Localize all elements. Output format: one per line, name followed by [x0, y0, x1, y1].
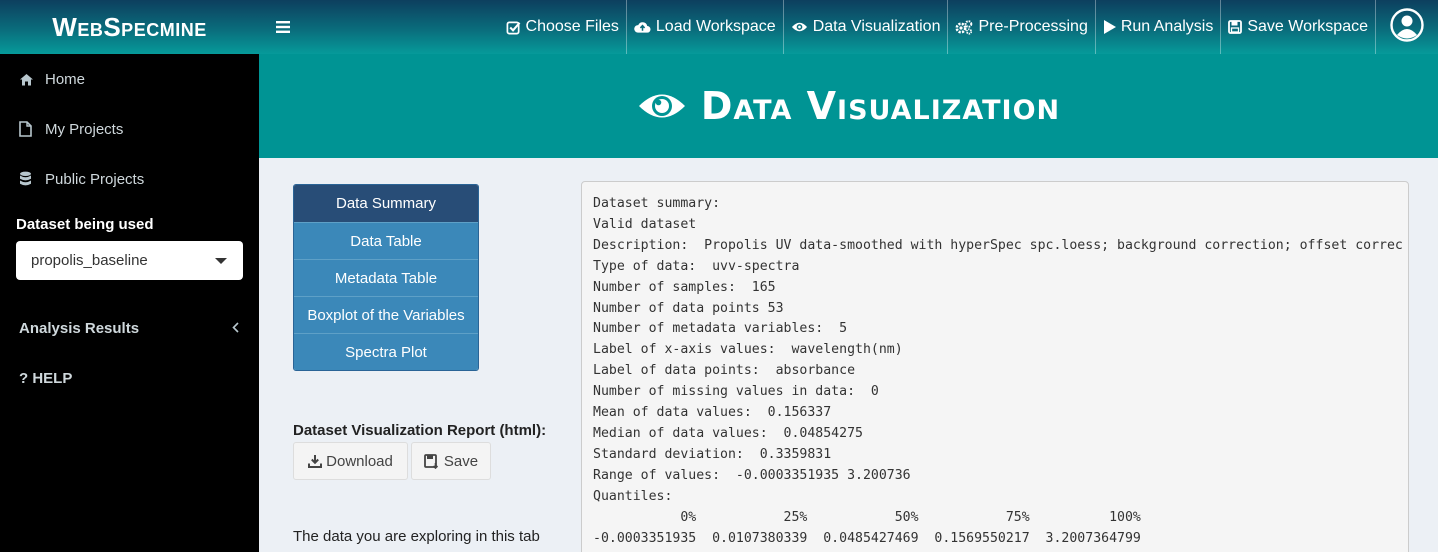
save-file-icon — [423, 453, 440, 469]
data-summary-output: Dataset summary: Valid dataset Descripti… — [581, 181, 1409, 552]
sidebar-item-help[interactable]: ? HELP — [0, 353, 259, 403]
user-circle-icon — [1390, 7, 1424, 47]
database-icon — [19, 171, 45, 187]
caret-down-icon — [215, 257, 227, 264]
chevron-left-icon — [232, 320, 239, 337]
user-menu[interactable] — [1376, 0, 1438, 54]
sidebar-item-my-projects[interactable]: My Projects — [0, 104, 259, 154]
file-icon — [19, 121, 45, 137]
top-nav: Choose Files Load Workspace Data Visuali… — [307, 0, 1438, 54]
top-header: WebSpecmine Choose Files Load Workspace … — [0, 0, 1438, 54]
sidebar-item-label: Home — [45, 70, 86, 88]
nav-label: Pre-Processing — [978, 18, 1088, 35]
summary-line: Number of samples: 165 — [593, 279, 776, 295]
page-banner: Data Visualization — [259, 54, 1438, 158]
check-square-icon — [506, 20, 521, 35]
bars-icon — [276, 21, 290, 33]
summary-line: Valid dataset — [593, 216, 697, 232]
summary-line: Number of data points 53 — [593, 300, 784, 316]
download-icon — [308, 454, 323, 468]
floppy-icon — [1228, 20, 1243, 34]
nav-label: Run Analysis — [1120, 18, 1214, 35]
eye-icon — [791, 21, 808, 33]
eye-icon — [637, 89, 687, 123]
nav-data-visualization[interactable]: Data Visualization — [784, 0, 949, 54]
summary-line: Label of x-axis values: wavelength(nm) — [593, 342, 903, 358]
download-button[interactable]: Download — [293, 442, 408, 480]
summary-line: Description: Propolis UV data-smoothed w… — [593, 237, 1403, 253]
nav-choose-files[interactable]: Choose Files — [499, 0, 627, 54]
download-button-label: Download — [326, 452, 393, 470]
report-label: Dataset Visualization Report (html): — [293, 422, 547, 439]
explore-note: The data you are exploring in this tab — [293, 528, 540, 545]
summary-line: Standard deviation: 0.3359831 — [593, 446, 832, 462]
summary-line: Range of values: -0.0003351935 3.200736 — [593, 467, 911, 483]
gears-icon — [955, 19, 973, 35]
summary-line: Label of data points: absorbance — [593, 363, 856, 379]
nav-label: Save Workspace — [1247, 18, 1368, 35]
nav-label: Data Visualization — [812, 18, 941, 35]
summary-line: Type of data: uvv-spectra — [593, 258, 800, 274]
play-icon — [1103, 20, 1116, 34]
sidebar: Home My Projects Public Projects Dataset… — [0, 54, 259, 552]
sidebar-item-public-projects[interactable]: Public Projects — [0, 154, 259, 204]
dataset-select-value: propolis_baseline — [31, 252, 148, 269]
summary-line: Dataset summary: — [593, 196, 721, 211]
dataset-label: Dataset being used — [16, 216, 154, 233]
summary-line: Median of data values: 0.04854275 — [593, 425, 863, 441]
summary-line: Number of metadata variables: 5 — [593, 321, 848, 337]
tab-data-summary[interactable]: Data Summary — [294, 185, 478, 222]
nav-label: Load Workspace — [655, 18, 776, 35]
summary-line: -0.0003351935 0.0107380339 0.0485427469 … — [593, 530, 1141, 546]
sidebar-item-home[interactable]: Home — [0, 54, 259, 104]
sidebar-toggle-button[interactable] — [259, 0, 307, 54]
tab-boxplot[interactable]: Boxplot of the Variables — [294, 296, 478, 333]
tab-data-table[interactable]: Data Table — [294, 222, 478, 259]
tab-spectra-plot[interactable]: Spectra Plot — [294, 333, 478, 370]
nav-label: Choose Files — [525, 18, 619, 35]
nav-run-analysis[interactable]: Run Analysis — [1096, 0, 1222, 54]
nav-save-workspace[interactable]: Save Workspace — [1221, 0, 1376, 54]
sidebar-item-label: Public Projects — [45, 170, 145, 188]
sidebar-item-label: Analysis Results — [19, 319, 140, 337]
brand-logo[interactable]: WebSpecmine — [0, 0, 259, 54]
cloud-upload-icon — [634, 20, 651, 34]
summary-line: 0% 25% 50% 75% 100% — [593, 509, 1141, 525]
sidebar-item-label: ? HELP — [19, 369, 73, 387]
page-title: Data Visualization — [700, 84, 1061, 128]
summary-line: Quantiles: — [593, 488, 673, 504]
brand-name: WebSpecmine — [52, 11, 207, 42]
summary-line: Number of missing values in data: 0 — [593, 384, 879, 400]
sidebar-item-label: My Projects — [45, 120, 124, 138]
home-icon — [19, 73, 45, 86]
save-report-button[interactable]: Save — [411, 442, 491, 480]
dataset-select[interactable]: propolis_baseline — [16, 241, 243, 280]
nav-pre-processing[interactable]: Pre-Processing — [948, 0, 1096, 54]
save-button-label: Save — [443, 452, 479, 470]
visualization-tabs: Data Summary Data Table Metadata Table B… — [293, 184, 479, 371]
summary-line: Mean of data values: 0.156337 — [593, 405, 832, 421]
sidebar-item-analysis-results[interactable]: Analysis Results — [0, 303, 259, 353]
tab-metadata-table[interactable]: Metadata Table — [294, 259, 478, 296]
nav-load-workspace[interactable]: Load Workspace — [627, 0, 784, 54]
